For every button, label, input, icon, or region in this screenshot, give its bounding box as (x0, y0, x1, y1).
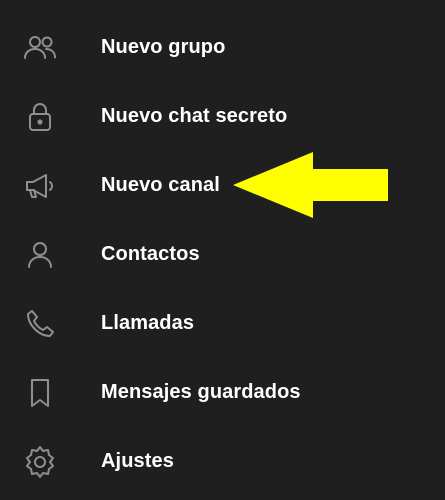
menu-item-label: Ajustes (101, 450, 174, 472)
menu-item-label: Llamadas (101, 312, 195, 334)
menu-item-ajustes[interactable]: Ajustes (0, 427, 445, 496)
megaphone-icon (22, 168, 58, 204)
menu-item-label: Contactos (101, 243, 200, 265)
phone-icon (22, 306, 58, 342)
menu-item-nuevo-grupo[interactable]: Nuevo grupo (0, 13, 445, 82)
lock-icon (22, 99, 58, 135)
menu-item-mensajes-guardados[interactable]: Mensajes guardados (0, 358, 445, 427)
menu-item-label: Nuevo canal (101, 174, 220, 196)
menu-item-contactos[interactable]: Contactos (0, 220, 445, 289)
menu-item-label: Nuevo grupo (101, 36, 226, 58)
menu-item-label: Nuevo chat secreto (101, 105, 288, 127)
bookmark-icon (22, 375, 58, 411)
menu-item-llamadas[interactable]: Llamadas (0, 289, 445, 358)
arrow-left-icon (233, 152, 388, 218)
gear-icon (22, 444, 58, 480)
menu-item-nuevo-chat-secreto[interactable]: Nuevo chat secreto (0, 82, 445, 151)
menu-item-label: Mensajes guardados (101, 381, 301, 403)
group-icon (22, 30, 58, 66)
person-icon (22, 237, 58, 273)
navigation-menu: Nuevo grupo Nuevo chat secreto Nuevo can… (0, 0, 445, 500)
